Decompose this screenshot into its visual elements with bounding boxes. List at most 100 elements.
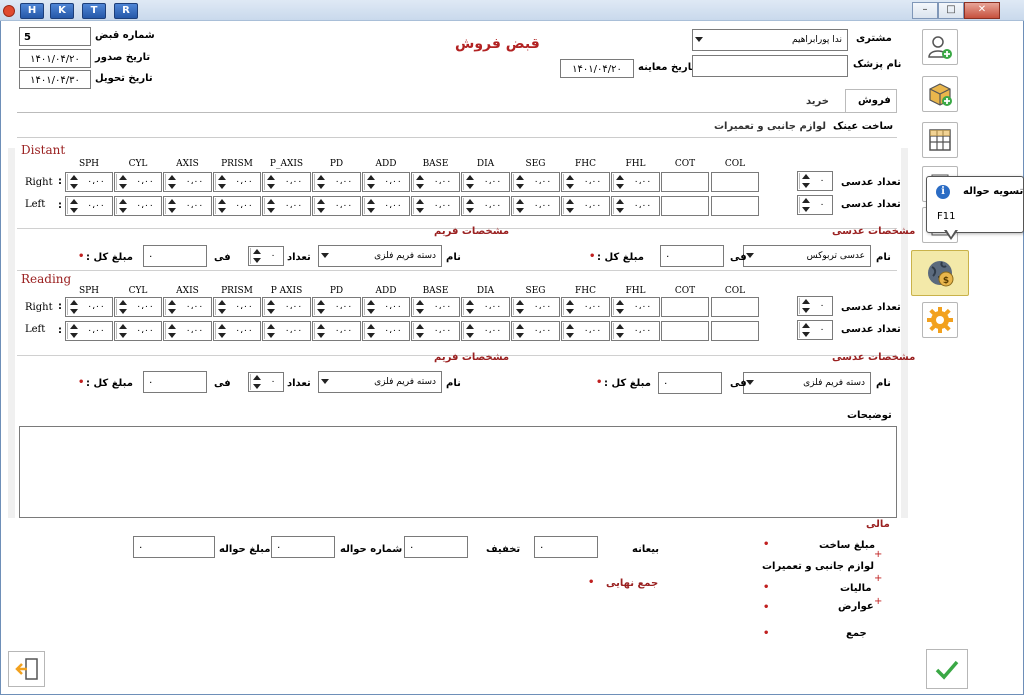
reading-right-cell[interactable]: ۰،۰۰ bbox=[362, 297, 410, 317]
distant-left-cell[interactable]: ۰،۰۰ bbox=[411, 196, 460, 216]
reading-frame-name-select[interactable]: دسته فریم فلزی bbox=[318, 371, 442, 393]
reading-left-cell[interactable]: ۰،۰۰ bbox=[262, 321, 311, 341]
distant-frame-name-select[interactable]: دسته فریم فلزی bbox=[318, 245, 442, 267]
reading-left-cell[interactable]: ۰،۰۰ bbox=[114, 321, 162, 341]
reading-lens-count-left[interactable]: ۰ bbox=[797, 320, 833, 340]
exit-button[interactable] bbox=[8, 651, 45, 687]
reading-right-cell[interactable]: ۰،۰۰ bbox=[411, 297, 460, 317]
distant-left-cell[interactable]: ۰،۰۰ bbox=[511, 196, 560, 216]
confirm-button[interactable] bbox=[926, 649, 968, 689]
hotkey-r-button[interactable]: R bbox=[114, 3, 138, 19]
add-customer-button[interactable] bbox=[922, 29, 958, 65]
settings-button[interactable] bbox=[922, 302, 958, 338]
distant-right-cell[interactable]: ۰،۰۰ bbox=[262, 172, 311, 192]
maximize-button[interactable]: □ bbox=[938, 2, 964, 19]
distant-lens-name-select[interactable]: عدسی تربوکس bbox=[743, 245, 871, 267]
reading-left-cell[interactable]: ۰،۰۰ bbox=[461, 321, 510, 341]
reading-right-cell[interactable]: ۰،۰۰ bbox=[114, 297, 162, 317]
reading-right-cell[interactable]: ۰،۰۰ bbox=[163, 297, 212, 317]
distant-right-cell[interactable]: ۰،۰۰ bbox=[461, 172, 510, 192]
reading-right-cell[interactable]: ۰،۰۰ bbox=[213, 297, 261, 317]
distant-frame-qty[interactable]: ۰ bbox=[248, 246, 284, 266]
reading-left-cell[interactable]: ۰،۰۰ bbox=[65, 321, 113, 341]
reading-right-cell[interactable]: ۰،۰۰ bbox=[262, 297, 311, 317]
distant-right-cell[interactable]: ۰،۰۰ bbox=[213, 172, 261, 192]
reading-right-cell[interactable]: ۰،۰۰ bbox=[65, 297, 113, 317]
voucher-amount-field[interactable]: ۰ bbox=[133, 536, 215, 558]
distant-right-cell[interactable] bbox=[661, 172, 709, 192]
settle-voucher-button[interactable]: $ bbox=[911, 250, 969, 296]
distant-right-cell[interactable]: ۰،۰۰ bbox=[163, 172, 212, 192]
distant-right-cell[interactable]: ۰،۰۰ bbox=[611, 172, 660, 192]
reading-right-cell[interactable]: ۰،۰۰ bbox=[511, 297, 560, 317]
distant-left-cell[interactable] bbox=[661, 196, 709, 216]
reading-left-cell[interactable]: ۰،۰۰ bbox=[163, 321, 212, 341]
distant-right-cell[interactable]: ۰،۰۰ bbox=[114, 172, 162, 192]
reading-left-cell[interactable] bbox=[711, 321, 759, 341]
reading-lens-count-right[interactable]: ۰ bbox=[797, 296, 833, 316]
voucher-no-field[interactable]: ۰ bbox=[271, 536, 335, 558]
reading-right-cell[interactable]: ۰،۰۰ bbox=[312, 297, 361, 317]
reading-right-cell[interactable] bbox=[661, 297, 709, 317]
reading-lens-name-select[interactable]: دسته فریم فلزی bbox=[743, 372, 871, 394]
exam-date-field[interactable]: ۱۴۰۱/۰۴/۲۰ bbox=[560, 59, 634, 78]
hotkey-k-button[interactable]: K bbox=[50, 3, 74, 19]
distant-lens-price-field[interactable]: ۰ bbox=[660, 245, 724, 267]
distant-right-cell[interactable]: ۰،۰۰ bbox=[65, 172, 113, 192]
distant-right-cell[interactable] bbox=[711, 172, 759, 192]
issue-date-field[interactable]: ۱۴۰۱/۰۴/۲۰ bbox=[19, 49, 91, 68]
reading-left-cell[interactable] bbox=[661, 321, 709, 341]
distant-left-cell[interactable]: ۰،۰۰ bbox=[611, 196, 660, 216]
distant-right-cell[interactable]: ۰،۰۰ bbox=[561, 172, 610, 192]
reading-frame-price-field[interactable]: ۰ bbox=[143, 371, 207, 393]
reading-left-cell[interactable]: ۰،۰۰ bbox=[312, 321, 361, 341]
distant-left-cell[interactable]: ۰،۰۰ bbox=[262, 196, 311, 216]
distant-right-cell[interactable]: ۰،۰۰ bbox=[312, 172, 361, 192]
table-button[interactable] bbox=[922, 122, 958, 158]
distant-left-cell[interactable]: ۰،۰۰ bbox=[312, 196, 361, 216]
tab-accessories[interactable]: لوازم جانبی و تعمیرات bbox=[714, 121, 826, 132]
distant-lens-count-left[interactable]: ۰ bbox=[797, 195, 833, 215]
delivery-date-field[interactable]: ۱۴۰۱/۰۴/۳۰ bbox=[19, 70, 91, 89]
reading-right-cell[interactable]: ۰،۰۰ bbox=[561, 297, 610, 317]
customer-select[interactable]: ندا پورابراهیم bbox=[692, 29, 848, 51]
distant-left-cell[interactable]: ۰،۰۰ bbox=[65, 196, 113, 216]
reading-right-cell[interactable] bbox=[711, 297, 759, 317]
hotkey-h-button[interactable]: H bbox=[20, 3, 44, 19]
distant-right-cell[interactable]: ۰،۰۰ bbox=[411, 172, 460, 192]
tab-glasses[interactable]: ساخت عینک bbox=[833, 121, 893, 132]
left-scrollbar[interactable] bbox=[8, 148, 15, 518]
reading-left-cell[interactable]: ۰،۰۰ bbox=[213, 321, 261, 341]
reading-right-cell[interactable]: ۰،۰۰ bbox=[461, 297, 510, 317]
reading-left-cell[interactable]: ۰،۰۰ bbox=[511, 321, 560, 341]
distant-left-cell[interactable]: ۰،۰۰ bbox=[461, 196, 510, 216]
add-product-button[interactable] bbox=[922, 76, 958, 112]
distant-left-cell[interactable]: ۰،۰۰ bbox=[163, 196, 212, 216]
distant-left-cell[interactable] bbox=[711, 196, 759, 216]
deposit-field[interactable]: ۰ bbox=[534, 536, 598, 558]
distant-right-cell[interactable]: ۰،۰۰ bbox=[511, 172, 560, 192]
reading-left-cell[interactable]: ۰،۰۰ bbox=[611, 321, 660, 341]
distant-lens-count-right[interactable]: ۰ bbox=[797, 171, 833, 191]
receipt-no-field[interactable]: 5 bbox=[19, 27, 91, 46]
right-scrollbar[interactable] bbox=[901, 148, 908, 518]
reading-lens-price-field[interactable]: ۰ bbox=[658, 372, 722, 394]
notes-textarea[interactable] bbox=[19, 426, 897, 518]
distant-left-cell[interactable]: ۰،۰۰ bbox=[114, 196, 162, 216]
reading-right-cell[interactable]: ۰،۰۰ bbox=[611, 297, 660, 317]
distant-left-cell[interactable]: ۰،۰۰ bbox=[362, 196, 410, 216]
distant-left-cell[interactable]: ۰،۰۰ bbox=[213, 196, 261, 216]
minimize-button[interactable]: – bbox=[912, 2, 938, 19]
reading-frame-qty[interactable]: ۰ bbox=[248, 372, 284, 392]
distant-right-cell[interactable]: ۰،۰۰ bbox=[362, 172, 410, 192]
distant-frame-price-field[interactable]: ۰ bbox=[143, 245, 207, 267]
reading-left-cell[interactable]: ۰،۰۰ bbox=[411, 321, 460, 341]
reading-left-cell[interactable]: ۰،۰۰ bbox=[362, 321, 410, 341]
distant-left-cell[interactable]: ۰،۰۰ bbox=[561, 196, 610, 216]
discount-field[interactable]: ۰ bbox=[404, 536, 468, 558]
hotkey-t-button[interactable]: T bbox=[82, 3, 106, 19]
tab-purchase[interactable]: خرید bbox=[806, 96, 829, 107]
doctor-field[interactable] bbox=[692, 55, 848, 77]
reading-left-cell[interactable]: ۰،۰۰ bbox=[561, 321, 610, 341]
close-button[interactable]: ✕ bbox=[964, 2, 1000, 19]
